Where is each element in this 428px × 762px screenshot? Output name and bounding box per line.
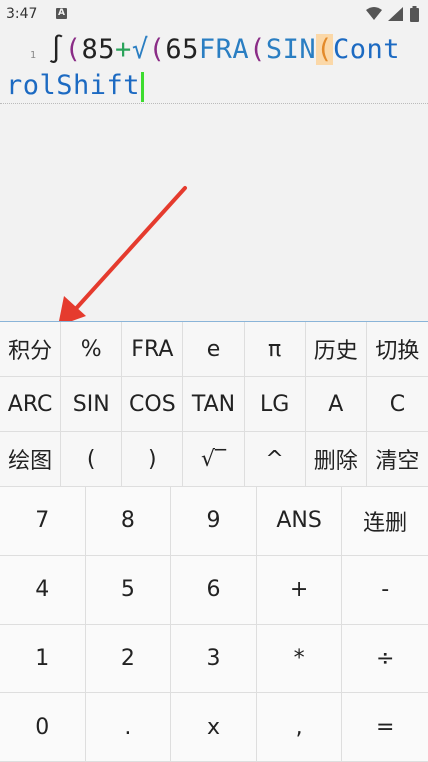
key-a[interactable]: A [305, 377, 367, 432]
token-sqrt: √ [131, 34, 149, 65]
key-3[interactable]: 3 [171, 624, 257, 694]
key-e[interactable]: e [183, 322, 245, 377]
key-cos[interactable]: COS [122, 377, 184, 432]
expression-line-1: ∫(85+√(65FRA(SIN(Cont [6, 32, 422, 68]
token-number: 85 [81, 34, 116, 65]
token-number: 65 [165, 34, 199, 65]
key-percent[interactable]: % [61, 322, 123, 377]
wifi-icon [366, 7, 382, 20]
key-power[interactable]: ^ [244, 432, 306, 487]
key-tan[interactable]: TAN [183, 377, 245, 432]
token-integral: ∫ [48, 34, 65, 65]
token-paren: ( [64, 34, 82, 65]
notification-a-icon: A [56, 8, 67, 19]
token-paren: ( [249, 34, 266, 65]
key-lg[interactable]: LG [244, 377, 306, 432]
key-8[interactable]: 8 [85, 487, 172, 556]
key-switch[interactable]: 切换 [366, 322, 428, 377]
token-function: FRA [198, 34, 250, 65]
key-fra[interactable]: FRA [122, 322, 184, 377]
key-integral[interactable]: 积分 [0, 322, 62, 377]
text-cursor [141, 71, 145, 102]
status-time: 3:47 [6, 6, 38, 22]
key-clear[interactable]: 清空 [366, 432, 428, 487]
token-function: SIN [265, 34, 317, 65]
signal-icon [388, 7, 403, 21]
line-separator [0, 103, 428, 104]
key-pi[interactable]: π [244, 322, 306, 377]
key-ans[interactable]: ANS [256, 487, 343, 556]
battery-icon [410, 6, 419, 22]
key-sqrt[interactable]: √‾ [183, 432, 245, 487]
key-equals[interactable]: = [342, 693, 428, 762]
key-0[interactable]: 0 [0, 693, 86, 762]
token-paren: ( [148, 34, 166, 65]
key-close-paren[interactable]: ) [122, 432, 184, 487]
key-2[interactable]: 2 [85, 624, 172, 694]
expression-editor[interactable]: 1 ∫(85+√(65FRA(SIN(Cont rolShift [0, 30, 428, 320]
key-plot[interactable]: 绘图 [0, 432, 62, 487]
key-1[interactable]: 1 [0, 624, 86, 694]
key-delete[interactable]: 删除 [305, 432, 367, 487]
key-plus[interactable]: + [256, 555, 343, 625]
key-comma[interactable]: , [256, 693, 343, 762]
token-operator: + [115, 34, 132, 65]
token-variable: rolShift [6, 70, 141, 101]
key-continuous-delete[interactable]: 连删 [342, 487, 428, 556]
key-6[interactable]: 6 [171, 555, 257, 625]
function-keypad: 积分 % FRA e π 历史 切换 ARC SIN COS TAN LG A … [0, 322, 428, 487]
key-9[interactable]: 9 [171, 487, 257, 556]
key-4[interactable]: 4 [0, 555, 86, 625]
key-c[interactable]: C [366, 377, 428, 432]
key-history[interactable]: 历史 [305, 322, 367, 377]
key-open-paren[interactable]: ( [61, 432, 123, 487]
key-decimal[interactable]: . [85, 693, 172, 762]
expression-line-2: rolShift [6, 68, 422, 104]
key-minus[interactable]: - [342, 556, 428, 625]
key-5[interactable]: 5 [85, 555, 172, 625]
key-arc[interactable]: ARC [0, 377, 62, 432]
key-sin[interactable]: SIN [61, 377, 123, 432]
expression-text[interactable]: ∫(85+√(65FRA(SIN(Cont rolShift [6, 32, 422, 104]
number-keypad: 7 8 9 ANS 连删 4 5 6 + - 1 2 3 * ÷ 0 . x ,… [0, 487, 428, 762]
status-bar: 3:47 A [0, 0, 428, 30]
key-x[interactable]: x [171, 693, 257, 762]
key-divide[interactable]: ÷ [342, 625, 428, 694]
token-variable: Cont [332, 34, 400, 65]
key-7[interactable]: 7 [0, 487, 86, 556]
token-paren-highlight: ( [316, 34, 333, 65]
key-multiply[interactable]: * [256, 624, 343, 694]
